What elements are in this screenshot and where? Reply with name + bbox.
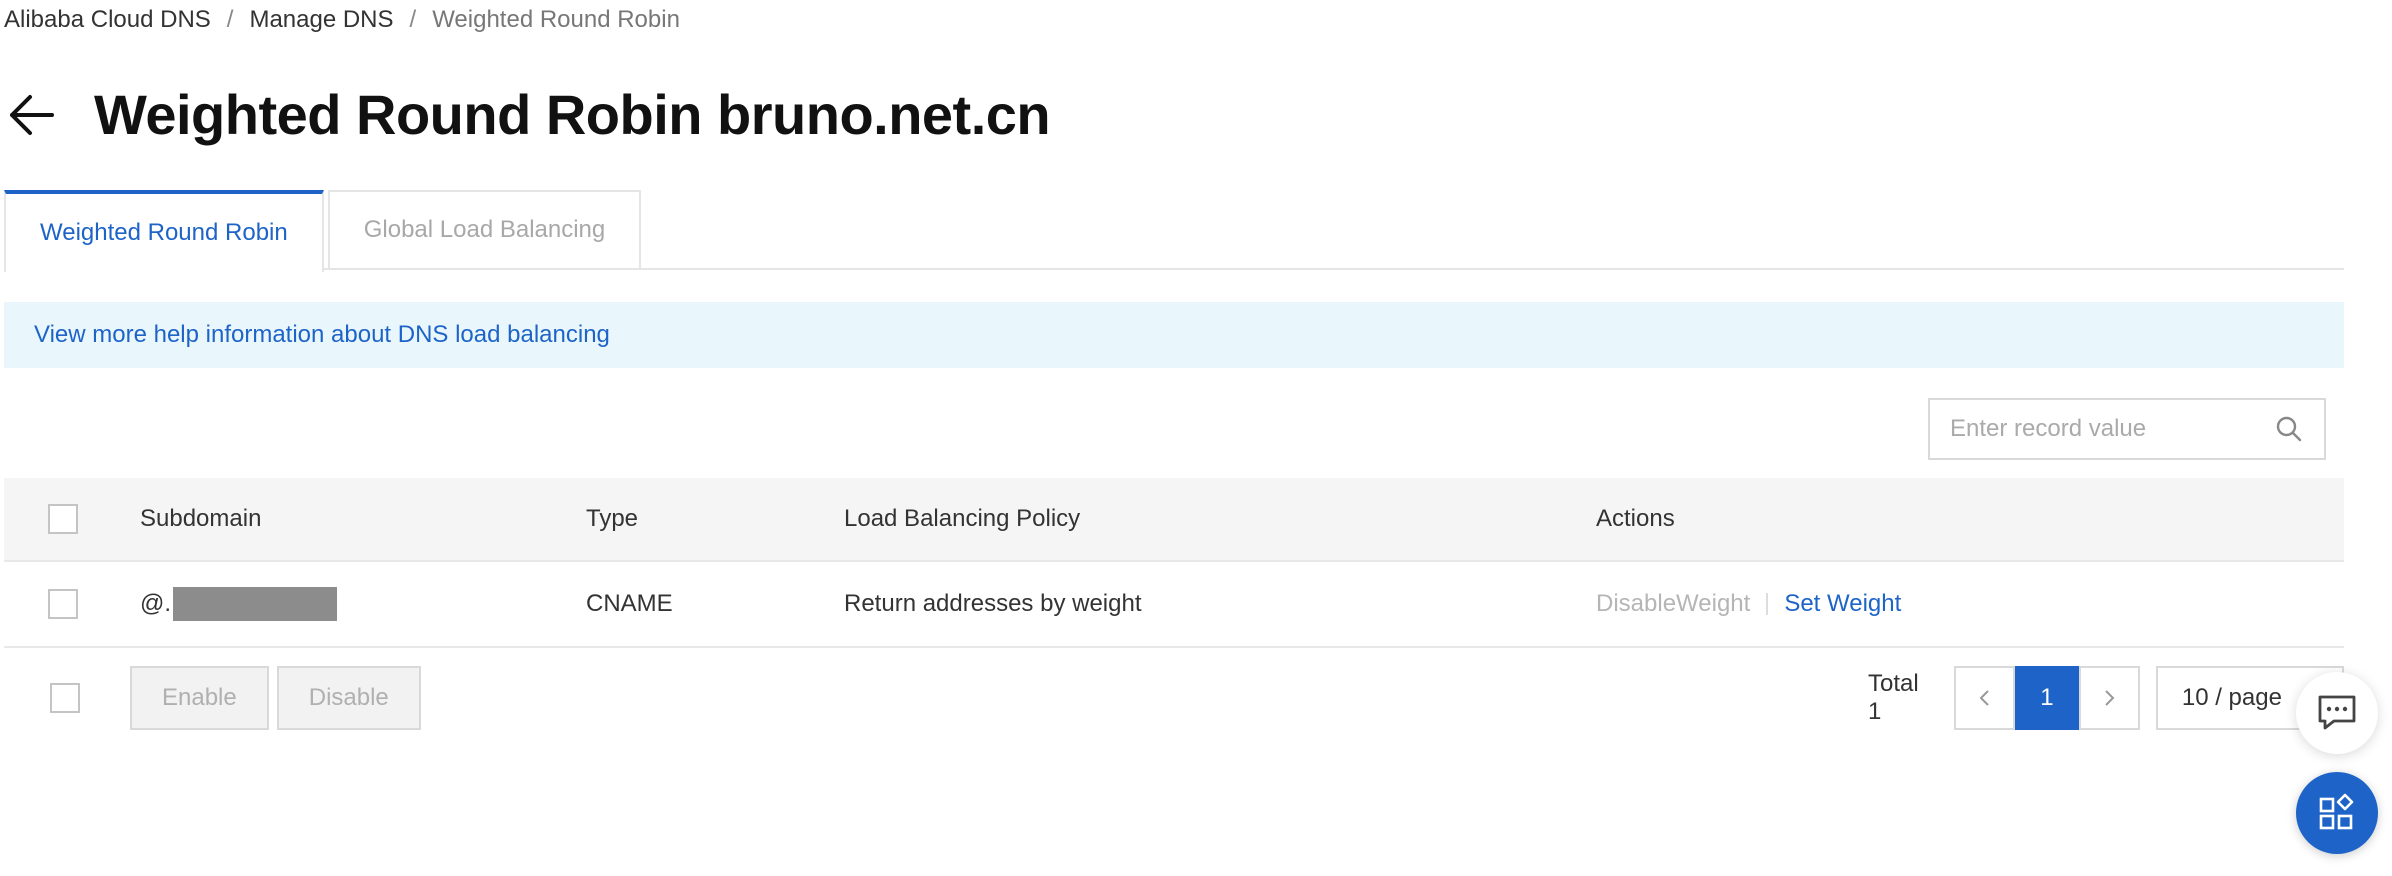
chat-icon	[2318, 695, 2356, 730]
column-header-subdomain: Subdomain	[140, 505, 262, 532]
table-footer: Enable Disable Total 1 1 10 / page	[4, 666, 2344, 730]
help-link[interactable]: View more help information about DNS loa…	[34, 321, 610, 349]
search-box	[1928, 398, 2326, 460]
cell-type: CNAME	[586, 590, 673, 617]
breadcrumb-item-manage-dns[interactable]: Manage DNS	[249, 6, 393, 34]
apps-grid-icon	[2319, 793, 2354, 830]
apps-float-button[interactable]	[2296, 772, 2378, 854]
breadcrumb-item-alibaba-cloud-dns[interactable]: Alibaba Cloud DNS	[4, 6, 211, 34]
page: Alibaba Cloud DNS / Manage DNS / Weighte…	[0, 0, 2392, 876]
page-header: Weighted Round Robin bruno.net.cn	[4, 82, 1051, 147]
records-table: Subdomain Type Load Balancing Policy Act…	[4, 478, 2344, 648]
breadcrumb-separator: /	[226, 6, 234, 33]
column-header-policy: Load Balancing Policy	[844, 505, 1081, 532]
back-arrow-icon[interactable]	[4, 88, 58, 142]
enable-button[interactable]: Enable	[130, 666, 269, 730]
set-weight-link[interactable]: Set Weight	[1784, 590, 1901, 618]
masked-domain	[173, 587, 338, 621]
breadcrumb: Alibaba Cloud DNS / Manage DNS / Weighte…	[4, 6, 680, 34]
breadcrumb-separator: /	[409, 6, 417, 33]
footer-select-all-checkbox[interactable]	[50, 683, 80, 713]
next-page-button[interactable]	[2078, 666, 2140, 730]
tab-global-load-balancing[interactable]: Global Load Balancing	[327, 190, 642, 268]
disable-weight-action: DisableWeight	[1596, 590, 1751, 617]
chevron-right-icon	[2105, 690, 2115, 706]
chat-float-button[interactable]	[2296, 672, 2378, 754]
tab-bar: Weighted Round Robin Global Load Balanci…	[4, 190, 2344, 272]
row-checkbox[interactable]	[48, 589, 78, 619]
tab-weighted-round-robin[interactable]: Weighted Round Robin	[4, 190, 324, 272]
select-all-checkbox[interactable]	[48, 504, 78, 534]
page-number-current[interactable]: 1	[2015, 666, 2079, 730]
disable-button[interactable]: Disable	[276, 666, 421, 730]
search-icon[interactable]	[2274, 414, 2304, 444]
table-header: Subdomain Type Load Balancing Policy Act…	[4, 478, 2344, 562]
breadcrumb-current: Weighted Round Robin	[432, 6, 680, 33]
pagination: Total 1 1 10 / page	[1868, 666, 2344, 730]
help-banner: View more help information about DNS loa…	[4, 302, 2344, 368]
prev-page-button[interactable]	[1953, 666, 2016, 730]
action-divider	[1766, 593, 1769, 615]
column-header-actions: Actions	[1596, 505, 1675, 532]
total-count: Total 1	[1868, 670, 1919, 725]
cell-subdomain: @.	[140, 587, 586, 621]
page-title: Weighted Round Robin bruno.net.cn	[94, 83, 1051, 146]
chevron-left-icon	[1979, 690, 1989, 706]
table-row: @. CNAME Return addresses by weight Disa…	[4, 562, 2344, 648]
search-input[interactable]	[1950, 415, 2274, 443]
subdomain-prefix: @.	[140, 590, 172, 617]
cell-policy: Return addresses by weight	[844, 590, 1142, 617]
cell-actions: DisableWeight Set Weight	[1596, 590, 2344, 618]
column-header-type: Type	[586, 505, 639, 532]
